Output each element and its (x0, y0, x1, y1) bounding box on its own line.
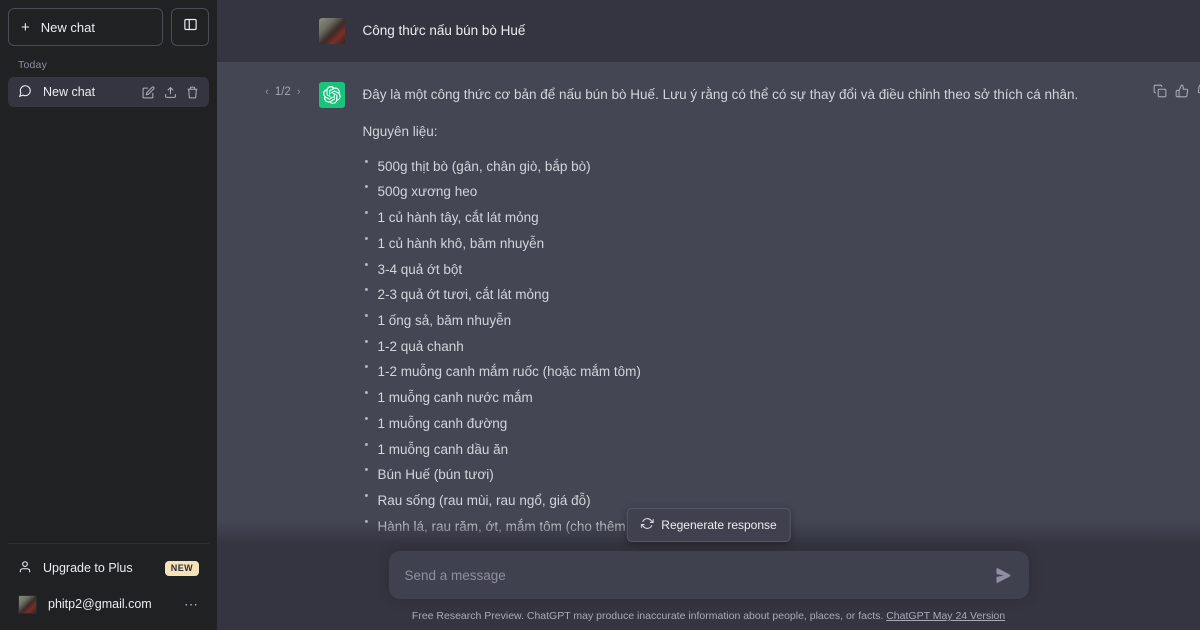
person-icon (18, 560, 32, 577)
upgrade-label: Upgrade to Plus (43, 561, 133, 575)
sidebar-toggle-icon (183, 17, 198, 37)
list-item: 3-4 quả ớt bột (363, 258, 1099, 279)
list-item: 1 ống sả, băm nhuyễn (363, 309, 1099, 330)
edit-icon[interactable] (142, 86, 155, 99)
version-link[interactable]: ChatGPT May 24 Version (886, 610, 1005, 622)
ellipsis-icon[interactable]: ⋯ (184, 597, 199, 611)
refresh-icon (640, 517, 654, 533)
message-composer[interactable] (388, 551, 1029, 599)
sidebar-header: + New chat (8, 8, 209, 46)
footer-disclaimer: Free Research Preview. ChatGPT may produ… (412, 610, 1005, 622)
disclaimer-text: Free Research Preview. ChatGPT may produ… (411, 610, 884, 622)
list-item: 1 muỗng canh dầu ăn (363, 438, 1099, 459)
avatar (18, 594, 37, 614)
assistant-message-inner: ‹ 1/2 › Đây là một công thức cơ bản để n… (265, 82, 1200, 544)
list-item: 500g thịt bò (gân, chân giò, bắp bò) (363, 155, 1099, 176)
user-message: Công thức nấu bún bò Huế (217, 0, 1200, 62)
list-item: 2-3 quả ớt tươi, cắt lát mỏng (363, 283, 1099, 304)
chat-bubble-icon (18, 84, 32, 101)
new-badge: NEW (164, 560, 199, 576)
sidebar-item-label: New chat (43, 85, 96, 99)
account-email: phitp2@gmail.com (48, 597, 152, 611)
user-message-inner: Công thức nấu bún bò Huế (318, 18, 1099, 44)
regenerate-label: Regenerate response (661, 518, 777, 532)
upgrade-to-plus-button[interactable]: Upgrade to Plus NEW (8, 550, 209, 586)
chatgpt-logo-icon (318, 82, 345, 108)
message-actions (1153, 84, 1200, 98)
thumbs-down-icon[interactable] (1197, 84, 1200, 98)
user-message-text: Công thức nấu bún bò Huế (362, 23, 526, 38)
pager-next-button[interactable]: › (297, 86, 301, 98)
assistant-message-text: Đây là một công thức cơ bản để nấu bún b… (363, 82, 1099, 544)
response-pager: ‹ 1/2 › (219, 86, 301, 98)
list-item: 1 củ hành tây, cắt lát mỏng (363, 206, 1099, 227)
list-item: 1-2 quả chanh (363, 335, 1099, 356)
search-input[interactable] (404, 567, 992, 583)
composer-area: Regenerate response Free Research Previe… (217, 508, 1200, 630)
ingredients-heading: Nguyên liệu: (362, 123, 438, 139)
new-chat-label: New chat (40, 19, 95, 35)
copy-icon[interactable] (1153, 84, 1167, 98)
main-panel: Công thức nấu bún bò Huế ‹ 1/2 › Đây là … (217, 0, 1200, 630)
ingredients-list: 500g thịt bò (gân, chân giò, bắp bò) 500… (363, 155, 1099, 536)
sidebar-item-new-chat[interactable]: New chat (8, 77, 209, 107)
assistant-intro: Đây là một công thức cơ bản để nấu bún b… (362, 87, 1079, 102)
trash-icon[interactable] (186, 86, 199, 99)
user-photo-avatar (318, 18, 345, 44)
sidebar-section-label: Today (18, 59, 48, 71)
sidebar-toggle-button[interactable] (171, 8, 209, 46)
sidebar: + New chat Today New chat Upgrade to Plu… (0, 0, 217, 630)
chat-item-actions (142, 86, 199, 99)
pager-count: 1/2 (274, 86, 291, 98)
list-item: 1 muỗng canh đường (363, 412, 1099, 433)
share-icon[interactable] (164, 86, 177, 99)
send-arrow-icon[interactable] (992, 564, 1015, 587)
new-chat-button[interactable]: + New chat (8, 8, 163, 46)
account-row[interactable]: phitp2@gmail.com ⋯ (8, 586, 209, 622)
chatgpt-app: + New chat Today New chat Upgrade to Plu… (0, 0, 1200, 630)
pager-prev-button[interactable]: ‹ (265, 86, 269, 98)
list-item: 1 củ hành khô, băm nhuyễn (363, 232, 1099, 253)
list-item: 1 muỗng canh nước mắm (363, 386, 1099, 407)
sidebar-footer: Upgrade to Plus NEW phitp2@gmail.com ⋯ (8, 543, 209, 622)
list-item: Bún Huế (bún tươi) (363, 463, 1099, 484)
list-item: 500g xương heo (363, 180, 1099, 201)
list-item: 1-2 muỗng canh mắm ruốc (hoặc mắm tôm) (363, 360, 1099, 381)
regenerate-wrapper: Regenerate response (626, 508, 791, 542)
plus-icon: + (21, 18, 30, 36)
regenerate-response-button[interactable]: Regenerate response (626, 508, 791, 542)
thumbs-up-icon[interactable] (1175, 84, 1189, 98)
